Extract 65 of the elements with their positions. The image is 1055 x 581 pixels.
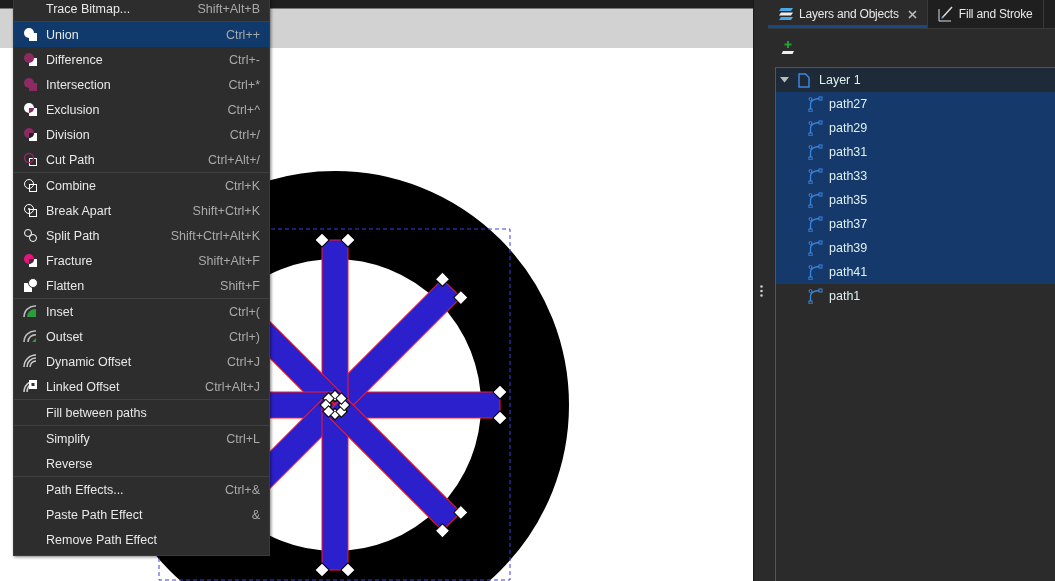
split-path-icon — [22, 228, 38, 243]
object-row[interactable]: path31 — [776, 140, 1055, 164]
menu-item[interactable]: Fracture Shift+Alt+F — [14, 248, 269, 273]
path-icon — [808, 264, 823, 280]
object-row[interactable]: path37 — [776, 212, 1055, 236]
expander-icon[interactable] — [780, 77, 789, 83]
path-icon — [808, 120, 823, 136]
cut-path-icon — [22, 152, 38, 167]
brush-icon — [937, 6, 954, 22]
panel-tab[interactable]: Fill and Stroke — [927, 0, 1044, 28]
offset-icon — [22, 354, 38, 369]
menu-item[interactable]: Split Path Shift+Ctrl+Alt+K — [14, 223, 269, 248]
path-icon — [808, 240, 823, 256]
layer-row[interactable]: Layer 1 — [776, 68, 1055, 92]
object-row[interactable]: path33 — [776, 164, 1055, 188]
combine-icon — [22, 178, 38, 193]
inset-icon — [22, 304, 38, 319]
menu-item[interactable]: Flatten Shift+F — [14, 273, 269, 298]
menu-item[interactable]: Intersection Ctrl+* — [14, 72, 269, 97]
menu-item[interactable]: Simplify Ctrl+L — [14, 426, 269, 451]
union-icon — [22, 27, 38, 42]
path-icon — [808, 96, 823, 112]
menu-item[interactable]: Trace Bitmap... Shift+Alt+B — [14, 0, 269, 21]
menu-item[interactable]: Difference Ctrl+- — [14, 47, 269, 72]
break-apart-icon — [22, 203, 38, 218]
menu-item[interactable]: Paste Path Effect & — [14, 502, 269, 527]
panel-tab[interactable]: Layers and Objects — [768, 0, 928, 28]
object-row[interactable]: path29 — [776, 116, 1055, 140]
object-row[interactable]: path41 — [776, 260, 1055, 284]
menu-item[interactable]: Fill between paths — [14, 400, 269, 425]
menu-item[interactable]: Cut Path Ctrl+Alt+/ — [14, 147, 269, 172]
menu-item[interactable]: Linked Offset Ctrl+Alt+J — [14, 374, 269, 399]
object-row[interactable]: path1 — [776, 284, 1055, 308]
menu-item[interactable]: Exclusion Ctrl+^ — [14, 97, 269, 122]
path-icon — [808, 288, 823, 304]
object-row[interactable]: path27 — [776, 92, 1055, 116]
object-row[interactable]: path35 — [776, 188, 1055, 212]
menu-item[interactable]: Division Ctrl+/ — [14, 122, 269, 147]
intersection-icon — [22, 77, 38, 92]
layers-icon — [778, 7, 794, 21]
fracture-icon — [22, 253, 38, 268]
grip-icon — [759, 284, 763, 297]
layer-icon — [798, 72, 810, 88]
menu-item[interactable]: Outset Ctrl+) — [14, 324, 269, 349]
object-row[interactable]: path39 — [776, 236, 1055, 260]
path-icon — [808, 168, 823, 184]
path-icon — [808, 216, 823, 232]
menu-item[interactable]: Union Ctrl++ — [14, 22, 269, 47]
menu-item[interactable]: Dynamic Offset Ctrl+J — [14, 349, 269, 374]
exclusion-icon — [22, 102, 38, 117]
outset-icon — [22, 329, 38, 344]
division-icon — [22, 127, 38, 142]
flatten-icon — [22, 278, 38, 293]
menu-item[interactable]: Path Effects... Ctrl+& — [14, 477, 269, 502]
path-icon — [808, 144, 823, 160]
add-layer-icon[interactable] — [781, 41, 795, 55]
close-icon[interactable] — [907, 9, 917, 19]
menu-item[interactable]: Reverse — [14, 451, 269, 476]
path-icon — [808, 192, 823, 208]
difference-icon — [22, 52, 38, 67]
lock-icon — [22, 379, 38, 394]
menu-item[interactable]: Inset Ctrl+( — [14, 299, 269, 324]
menu-item[interactable]: Break Apart Shift+Ctrl+K — [14, 198, 269, 223]
menu-item[interactable]: Combine Ctrl+K — [14, 173, 269, 198]
menu-item[interactable]: Remove Path Effect — [14, 527, 269, 552]
